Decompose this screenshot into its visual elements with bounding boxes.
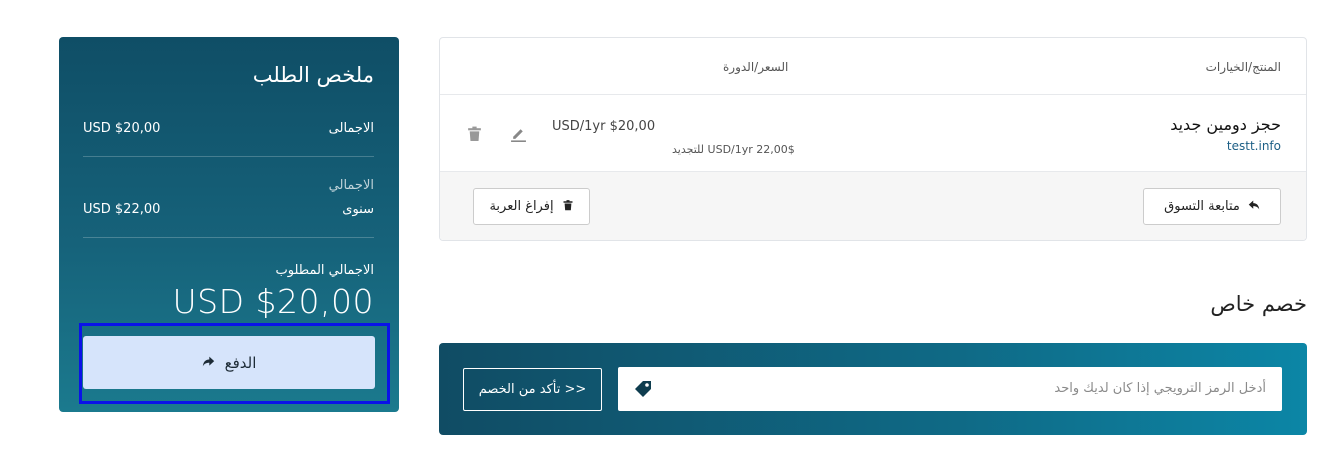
promo-title: خصم خاص bbox=[1210, 292, 1307, 316]
summary-divider bbox=[83, 156, 374, 157]
promo-panel: أدخل الرمز الترويجي إذا كان لديك واحد تأ… bbox=[439, 343, 1307, 435]
recurring-value: USD $22,00 bbox=[83, 202, 161, 217]
price-column-header: السعر/الدورة bbox=[723, 60, 789, 74]
reply-arrow-icon bbox=[1248, 199, 1260, 215]
recurring-period: سنوى bbox=[342, 202, 374, 217]
total-due-value: USD $20,00 bbox=[172, 282, 374, 321]
item-renewal-price: USD/1yr 22,00$ للتجديد bbox=[672, 143, 795, 156]
pencil-icon bbox=[510, 125, 527, 146]
item-domain: testt.info bbox=[1226, 139, 1281, 153]
checkout-button[interactable]: الدفع bbox=[83, 336, 375, 389]
continue-shopping-button[interactable]: متابعة التسوق bbox=[1143, 188, 1281, 225]
summary-title: ملخص الطلب bbox=[252, 63, 374, 87]
edit-item-button[interactable] bbox=[508, 125, 528, 145]
subtotal-label: الاجمالى bbox=[328, 121, 374, 136]
promo-code-input[interactable] bbox=[618, 367, 1282, 411]
subtotal-value: USD $20,00 bbox=[83, 121, 161, 136]
empty-cart-label: إفراغ العربة bbox=[489, 199, 554, 214]
cart-page: ملخص الطلب USD $20,00 الاجمالى الاجمالي … bbox=[0, 0, 1321, 451]
trash-icon bbox=[562, 199, 574, 215]
summary-divider bbox=[83, 237, 374, 238]
cart-actions: متابعة التسوق إفراغ العربة bbox=[440, 172, 1306, 240]
product-column-header: المنتج/الخيارات bbox=[1205, 60, 1281, 74]
recurring-row: USD $22,00 سنوى bbox=[83, 202, 374, 217]
cart-table: المنتج/الخيارات السعر/الدورة حجز دومين ج… bbox=[439, 37, 1307, 241]
item-name: حجز دومين جديد bbox=[1170, 115, 1281, 134]
cart-item: حجز دومين جديد testt.info USD/1yr $20,00… bbox=[440, 95, 1306, 172]
cart-header: المنتج/الخيارات السعر/الدورة bbox=[440, 38, 1306, 95]
item-price: USD/1yr $20,00 bbox=[552, 119, 656, 134]
continue-shopping-label: متابعة التسوق bbox=[1164, 199, 1240, 214]
order-summary: ملخص الطلب USD $20,00 الاجمالى الاجمالي … bbox=[59, 37, 399, 412]
checkout-label: الدفع bbox=[224, 353, 257, 372]
tag-icon bbox=[633, 379, 653, 399]
subtotal-row: USD $20,00 الاجمالى bbox=[83, 121, 374, 136]
recurring-label: الاجمالي bbox=[328, 178, 374, 193]
empty-cart-button[interactable]: إفراغ العربة bbox=[473, 188, 590, 225]
delete-item-button[interactable] bbox=[464, 125, 484, 145]
share-arrow-icon bbox=[202, 354, 215, 372]
trash-icon bbox=[466, 125, 483, 146]
total-due-label: الاجمالي المطلوب bbox=[275, 263, 374, 278]
validate-code-button[interactable]: تأكد من الخصم >> bbox=[463, 368, 602, 411]
